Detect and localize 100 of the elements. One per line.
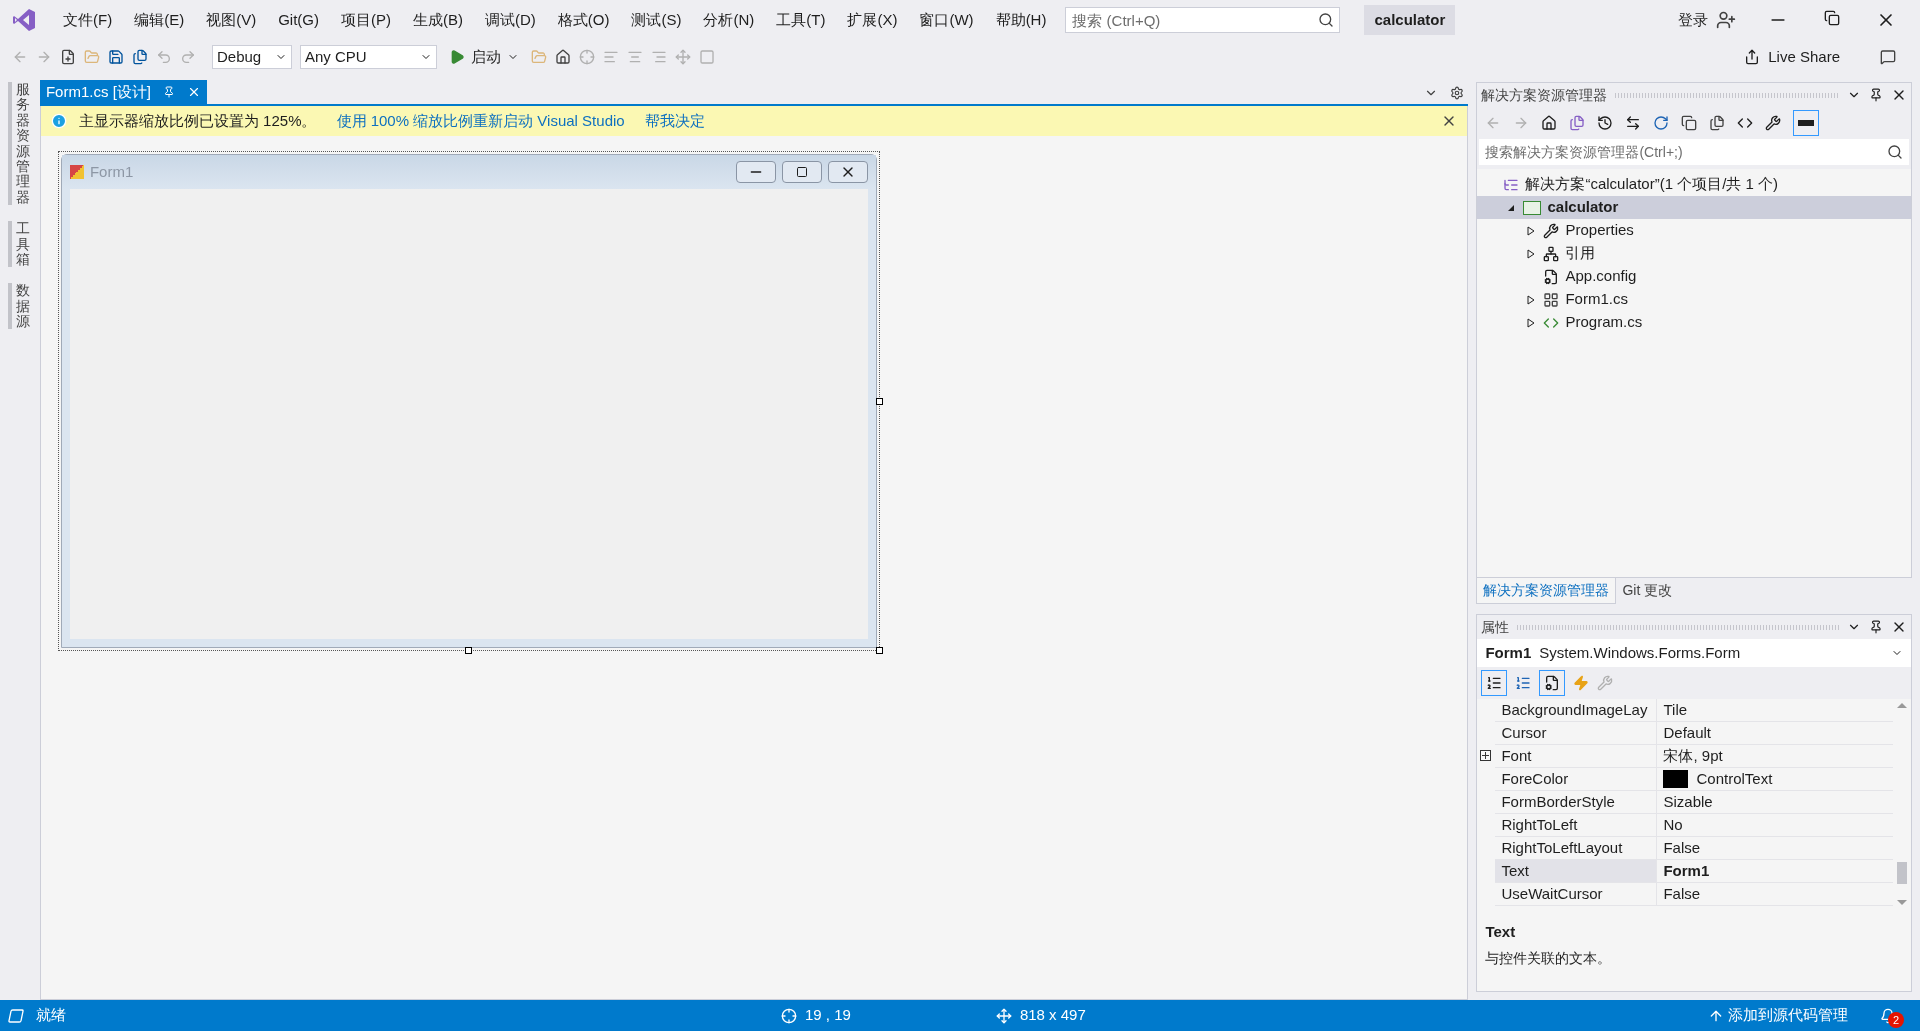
- menu-item[interactable]: 帮助(H): [984, 8, 1058, 32]
- side-tab[interactable]: 数据源: [7, 283, 32, 330]
- restore-icon[interactable]: [1824, 10, 1840, 26]
- property-value[interactable]: ControlText: [1696, 767, 1773, 791]
- settings-icon[interactable]: [1450, 86, 1465, 100]
- share-icon[interactable]: [1744, 49, 1761, 65]
- logo-icon: [12, 8, 36, 32]
- save-all-icon[interactable]: [132, 49, 148, 65]
- position-icon: [781, 1007, 797, 1024]
- pin-icon[interactable]: [1869, 88, 1883, 102]
- sign-in-link[interactable]: 登录: [1678, 8, 1708, 32]
- info-icon: [50, 113, 67, 129]
- property-value[interactable]: Default: [1663, 721, 1711, 745]
- search-icon[interactable]: [1318, 12, 1335, 28]
- menu-item[interactable]: Git(G): [267, 8, 330, 32]
- live-share-button[interactable]: Live Share: [1744, 45, 1840, 69]
- refresh-icon[interactable]: [1653, 115, 1670, 131]
- expand-arrow-icon[interactable]: [1527, 294, 1536, 305]
- account-icon[interactable]: [1716, 10, 1736, 30]
- code-icon[interactable]: [1737, 115, 1754, 131]
- menu-item[interactable]: 视图(V): [195, 8, 268, 32]
- platform-dropdown[interactable]: Any CPU: [300, 45, 437, 69]
- panel-tab[interactable]: Git 更改: [1616, 578, 1679, 604]
- properties-button[interactable]: [1539, 670, 1566, 696]
- maximize-button[interactable]: [781, 161, 822, 183]
- menu-item[interactable]: 测试(S): [620, 8, 693, 32]
- expand-arrow-icon[interactable]: [1527, 225, 1536, 236]
- property-value[interactable]: Tile: [1663, 698, 1688, 722]
- property-value[interactable]: Form1: [1663, 859, 1710, 883]
- home-icon[interactable]: [1541, 115, 1558, 131]
- save-icon[interactable]: [108, 49, 124, 65]
- file-gear-icon[interactable]: [1544, 675, 1561, 691]
- resize-handle[interactable]: [875, 398, 883, 405]
- history-icon[interactable]: [1597, 115, 1614, 131]
- menu-item[interactable]: 格式(O): [546, 8, 621, 32]
- collapse-all-icon[interactable]: [1681, 115, 1698, 131]
- categorized-button[interactable]: [1481, 670, 1508, 696]
- menu-item[interactable]: 文件(F): [52, 8, 124, 32]
- tree-item[interactable]: 解决方案“calculator”(1 个项目/共 1 个): [1477, 173, 1911, 196]
- form-title: Form1: [89, 161, 134, 182]
- maximize-icon[interactable]: [795, 166, 808, 178]
- selection-size: 818 x 497: [1019, 1005, 1086, 1026]
- home-icon[interactable]: [555, 49, 571, 65]
- menu-item[interactable]: 生成(B): [402, 8, 474, 32]
- side-tab[interactable]: 工具箱: [7, 221, 32, 268]
- property-value[interactable]: False: [1663, 882, 1701, 906]
- tree-item[interactable]: App.config: [1477, 265, 1911, 288]
- expand-arrow-icon[interactable]: [1527, 317, 1536, 328]
- property-name[interactable]: Text: [1495, 860, 1658, 882]
- resize-handle[interactable]: [875, 647, 883, 654]
- resize-handle[interactable]: [464, 647, 472, 654]
- info-link[interactable]: 帮我决定: [644, 109, 705, 133]
- play-icon[interactable]: [449, 49, 465, 65]
- switch-views-icon[interactable]: [1569, 115, 1586, 131]
- alphabetical-icon[interactable]: [1515, 675, 1532, 691]
- list-icon[interactable]: [1486, 675, 1503, 691]
- show-all-files-icon[interactable]: [1709, 115, 1726, 131]
- form-icon: [69, 165, 84, 179]
- search-icon[interactable]: [1887, 144, 1903, 160]
- configuration-dropdown[interactable]: Debug: [212, 45, 292, 69]
- source-control-button[interactable]: 添加到源代码管理: [1708, 1004, 1848, 1027]
- search-field[interactable]: 搜索 (Ctrl+Q): [1065, 7, 1341, 33]
- tree-item[interactable]: calculator: [1477, 196, 1911, 219]
- menu-item[interactable]: 扩展(X): [836, 8, 909, 32]
- notification-badge: 2: [1888, 1011, 1904, 1028]
- sync-icon[interactable]: [1625, 115, 1642, 131]
- form-icon: [1543, 291, 1560, 308]
- info-message: 主显示器缩放比例已设置为 125%。: [78, 110, 317, 131]
- panel-tab[interactable]: 解决方案资源管理器: [1476, 578, 1617, 604]
- wrench-icon[interactable]: [1765, 115, 1782, 131]
- expand-arrow-icon[interactable]: [1527, 248, 1536, 259]
- menu-item[interactable]: 窗口(W): [908, 8, 985, 32]
- tree-item[interactable]: Program.cs: [1477, 311, 1911, 334]
- pin-icon[interactable]: [1869, 620, 1883, 634]
- minimize-button[interactable]: [735, 161, 776, 183]
- description-title: Text: [1485, 922, 1517, 942]
- start-button[interactable]: 启动: [445, 45, 523, 69]
- feedback-icon[interactable]: [1880, 49, 1896, 65]
- property-value[interactable]: Sizable: [1663, 790, 1713, 814]
- side-tab[interactable]: 服务器资源管理器: [7, 82, 32, 206]
- new-file-icon[interactable]: [60, 49, 76, 65]
- preview-toggle[interactable]: [1793, 110, 1820, 136]
- menu-item[interactable]: 调试(D): [474, 8, 547, 32]
- info-link[interactable]: 使用 100% 缩放比例重新启动 Visual Studio: [336, 109, 625, 133]
- menu-item[interactable]: 工具(T): [765, 8, 837, 32]
- panel-title: 解决方案资源管理器: [1481, 85, 1608, 105]
- menu-item[interactable]: 编辑(E): [123, 8, 196, 32]
- menu-item[interactable]: 项目(P): [330, 8, 402, 32]
- expand-box-icon[interactable]: [1480, 750, 1492, 761]
- property-value[interactable]: False: [1663, 836, 1701, 860]
- search-field[interactable]: 搜索解决方案资源管理器(Ctrl+;): [1479, 139, 1909, 165]
- tree-item[interactable]: Form1.cs: [1477, 288, 1911, 311]
- description-text: 与控件关联的文本。: [1485, 948, 1613, 968]
- tree-item[interactable]: Properties: [1477, 219, 1911, 242]
- menu-item[interactable]: 分析(N): [692, 8, 766, 32]
- property-value[interactable]: 宋体, 9pt: [1663, 744, 1723, 768]
- object-selector[interactable]: Form1 System.Windows.Forms.Form: [1477, 639, 1911, 667]
- collapse-arrow-icon[interactable]: [1507, 203, 1516, 212]
- property-value[interactable]: No: [1663, 813, 1683, 837]
- tree-item[interactable]: 引用: [1477, 242, 1911, 265]
